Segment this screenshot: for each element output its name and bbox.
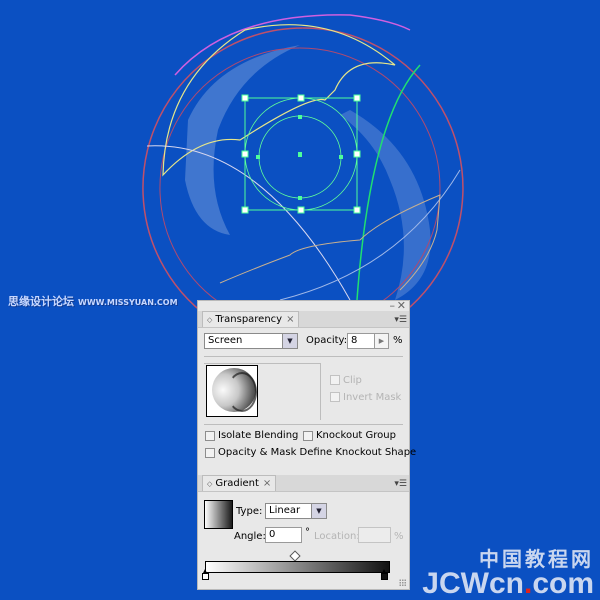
handle-br: [353, 206, 361, 214]
tab-gradient-label: Gradient: [215, 478, 259, 489]
degree-unit: °: [305, 527, 310, 538]
angle-label: Angle:: [234, 531, 266, 542]
handle-tr: [353, 94, 361, 102]
tab-transparency-label: Transparency: [215, 314, 283, 325]
isolate-blending-label: Isolate Blending: [218, 430, 299, 441]
opacity-label: Opacity:: [306, 335, 348, 346]
gradient-slider-bar[interactable]: [205, 561, 390, 573]
watermark-domain: JCWcn.com: [422, 567, 594, 600]
opacity-mask-knockout-checkbox[interactable]: [205, 448, 215, 458]
watermark-domain-b: com: [532, 567, 594, 600]
type-label: Type:: [236, 506, 263, 517]
angle-input[interactable]: 0: [265, 527, 302, 543]
gradient-stop-white[interactable]: [202, 569, 209, 580]
handle-tl: [241, 94, 249, 102]
opacity-slider-arrow-icon[interactable]: ▶: [375, 333, 389, 349]
watermark-jcwcn: 中国教程网 JCWcn.com: [422, 550, 594, 600]
invert-mask-label: Invert Mask: [343, 392, 402, 403]
chevron-down-icon[interactable]: ▼: [311, 504, 326, 518]
object-thumbnail[interactable]: [206, 365, 258, 417]
clip-checkbox[interactable]: [330, 375, 340, 385]
minimize-icon[interactable]: –: [390, 300, 396, 311]
invert-mask-checkbox[interactable]: [330, 392, 340, 402]
transparency-tab-row: ◇ Transparency × ▾☰: [198, 311, 409, 328]
blend-mode-value: Screen: [208, 335, 243, 346]
panel-titlebar[interactable]: – ✕: [198, 300, 409, 311]
white-arc: [146, 145, 351, 301]
resize-grip-icon[interactable]: [399, 579, 407, 587]
watermark-url-text: WWW.MISSYUAN.COM: [78, 298, 178, 307]
gradient-type-select[interactable]: Linear ▼: [265, 503, 327, 519]
chevron-down-icon[interactable]: ▼: [282, 334, 297, 348]
panel-menu-icon[interactable]: ▾☰: [394, 315, 407, 325]
isolate-blending-checkbox[interactable]: [205, 431, 215, 441]
handle-mr: [353, 150, 361, 158]
tab-transparency[interactable]: ◇ Transparency ×: [202, 311, 300, 327]
opacity-input[interactable]: 8: [347, 333, 375, 349]
gradient-stop-black[interactable]: [381, 569, 388, 580]
location-input[interactable]: [358, 527, 391, 543]
gradient-tab-row: ◇ Gradient × ▾☰: [198, 475, 409, 492]
handle-bl: [241, 206, 249, 214]
tab-close-icon[interactable]: ×: [286, 314, 294, 325]
divider: [204, 424, 403, 425]
clip-label: Clip: [343, 375, 362, 386]
watermark-cn-text: 思缘设计论坛: [8, 295, 74, 308]
tab-close-icon[interactable]: ×: [263, 478, 271, 489]
gradient-swatch[interactable]: [204, 500, 233, 529]
tab-expand-icon[interactable]: ◇: [207, 480, 212, 488]
tab-gradient[interactable]: ◇ Gradient ×: [202, 475, 277, 491]
tab-expand-icon[interactable]: ◇: [207, 316, 212, 324]
handle-ml: [241, 150, 249, 158]
location-label: Location:: [314, 531, 360, 542]
gradient-midpoint-handle[interactable]: [289, 550, 301, 562]
gradient-type-value: Linear: [269, 505, 301, 516]
close-icon[interactable]: ✕: [397, 300, 406, 311]
divider: [204, 356, 403, 357]
handle-bm: [297, 206, 305, 214]
opacity-mask-knockout-label: Opacity & Mask Define Knockout Shape: [218, 447, 417, 458]
knockout-group-label: Knockout Group: [316, 430, 396, 441]
watermark-missyuan: 思缘设计论坛 WWW.MISSYUAN.COM: [8, 293, 178, 309]
knockout-group-checkbox[interactable]: [303, 431, 313, 441]
panel-menu-icon[interactable]: ▾☰: [394, 479, 407, 489]
floating-panel-group: – ✕ ◇ Transparency × ▾☰ Screen ▼ Opacity: 8…: [197, 300, 416, 590]
watermark-domain-a: JCWcn: [422, 567, 524, 600]
thumbnail-ring: [227, 372, 257, 412]
location-unit: %: [394, 531, 404, 542]
anchor-points: [256, 115, 343, 200]
opacity-unit: %: [393, 335, 403, 346]
blend-mode-select[interactable]: Screen ▼: [204, 333, 298, 349]
handle-tm: [297, 94, 305, 102]
